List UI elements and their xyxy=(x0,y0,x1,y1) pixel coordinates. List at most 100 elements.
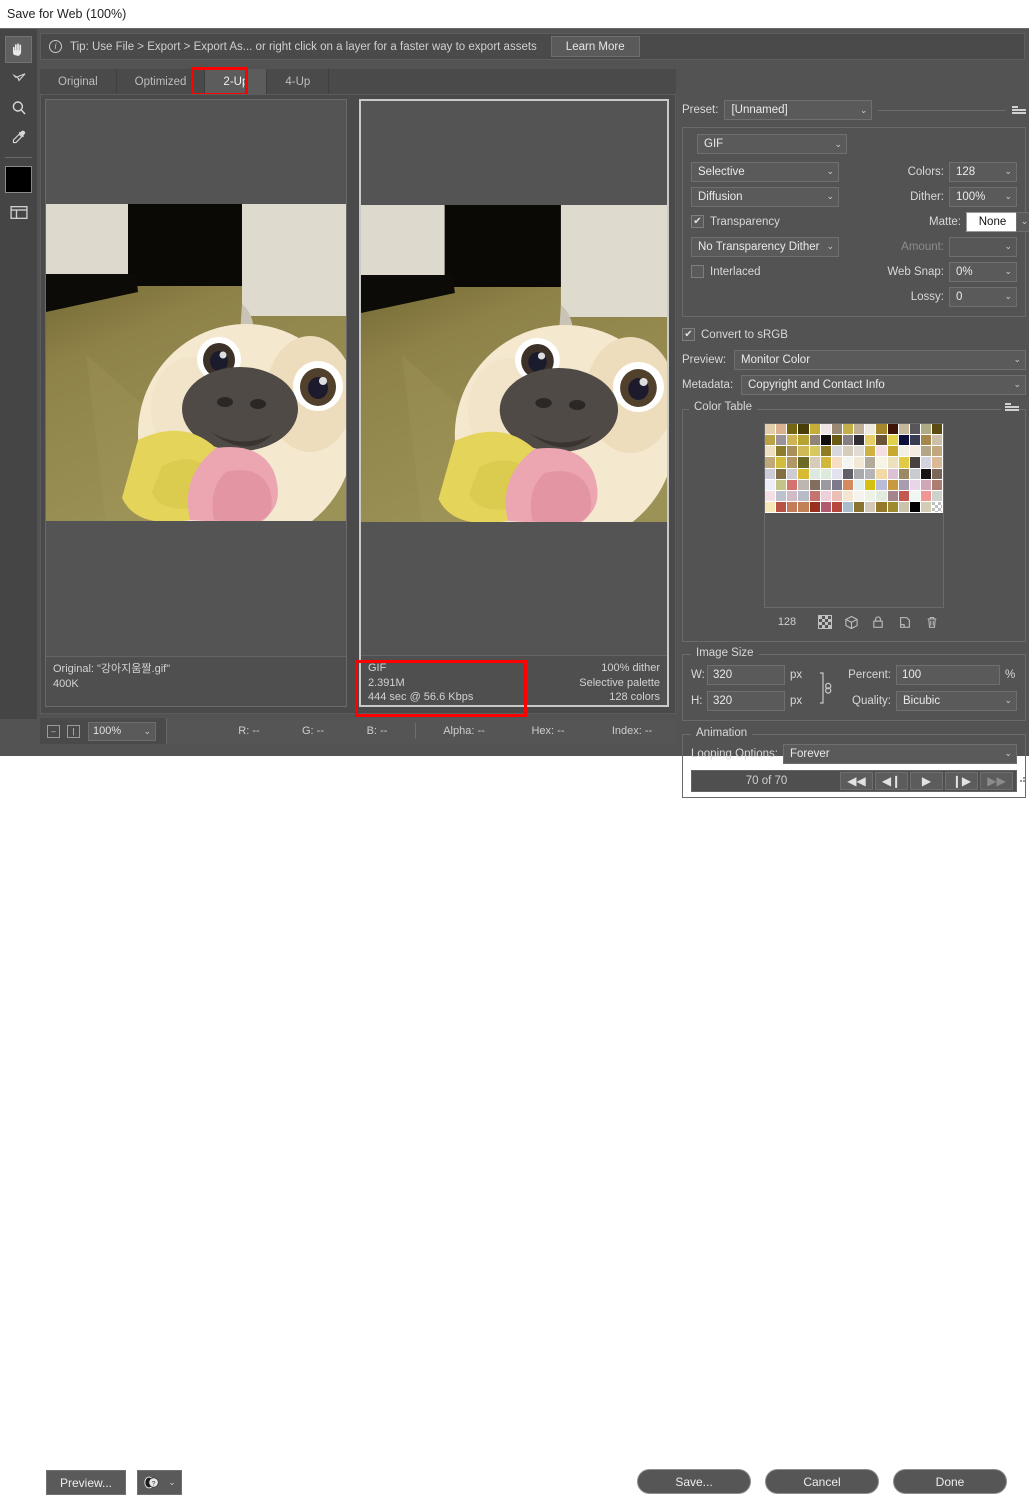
color-swatch[interactable] xyxy=(765,479,777,491)
color-swatch[interactable] xyxy=(820,435,832,447)
color-swatch[interactable] xyxy=(820,490,832,502)
preset-select[interactable]: [Unnamed] ⌄ xyxy=(724,100,873,120)
resize-grip[interactable] xyxy=(1016,773,1026,783)
color-swatch[interactable] xyxy=(920,457,933,469)
color-swatch[interactable] xyxy=(787,435,799,447)
color-swatch[interactable] xyxy=(831,501,843,514)
color-swatch[interactable] xyxy=(809,479,821,491)
convert-srgb-checkbox[interactable]: ✔ xyxy=(682,328,695,341)
color-swatch[interactable] xyxy=(898,490,910,502)
color-swatch[interactable] xyxy=(787,490,799,502)
color-swatch[interactable] xyxy=(898,424,910,436)
color-swatch[interactable] xyxy=(776,490,788,502)
tab-optimized[interactable]: Optimized xyxy=(117,69,206,94)
convert-srgb-row[interactable]: ✔ Convert to sRGB xyxy=(682,324,1026,345)
color-swatch[interactable] xyxy=(932,479,944,491)
color-swatch[interactable] xyxy=(809,490,821,502)
color-swatch[interactable] xyxy=(776,468,788,480)
color-swatch[interactable] xyxy=(765,446,777,458)
color-swatch[interactable] xyxy=(898,468,910,480)
color-swatch[interactable] xyxy=(865,446,877,458)
color-swatch[interactable] xyxy=(909,457,921,469)
color-swatch[interactable] xyxy=(820,501,832,514)
color-swatch[interactable] xyxy=(765,490,777,502)
color-swatch[interactable] xyxy=(854,424,866,436)
transparency-row[interactable]: ✔ Transparency xyxy=(691,211,841,232)
color-swatch[interactable] xyxy=(920,468,933,480)
color-swatch[interactable] xyxy=(787,424,799,436)
color-table-flyout-icon[interactable] xyxy=(1005,401,1019,413)
zoom-tool[interactable] xyxy=(5,94,32,121)
color-swatch[interactable] xyxy=(932,490,944,502)
slice-select-tool[interactable] xyxy=(5,65,32,92)
color-swatch[interactable] xyxy=(920,435,933,447)
color-swatch[interactable] xyxy=(909,446,921,458)
transparency-checkbox[interactable]: ✔ xyxy=(691,215,704,228)
color-swatch[interactable] xyxy=(876,446,888,458)
percent-input[interactable]: 100 xyxy=(896,664,1000,685)
color-swatch[interactable] xyxy=(776,435,788,447)
tab-2up[interactable]: 2-Up xyxy=(205,69,268,94)
color-swatch[interactable] xyxy=(898,501,910,514)
color-swatch[interactable] xyxy=(820,468,832,480)
color-swatch[interactable] xyxy=(932,457,944,469)
color-swatch[interactable] xyxy=(831,468,843,480)
color-swatch[interactable] xyxy=(787,468,799,480)
color-swatch[interactable] xyxy=(876,490,888,502)
cube-icon[interactable] xyxy=(844,614,860,630)
color-swatch[interactable] xyxy=(831,479,843,491)
color-swatch[interactable] xyxy=(776,457,788,469)
learn-more-button[interactable]: Learn More xyxy=(550,36,640,57)
color-swatch[interactable] xyxy=(854,446,866,458)
color-swatch[interactable] xyxy=(809,468,821,480)
lossy-select[interactable]: 0 ⌄ xyxy=(949,286,1017,307)
color-swatch[interactable] xyxy=(932,435,944,447)
color-swatch[interactable] xyxy=(765,457,777,469)
color-swatch[interactable] xyxy=(854,490,866,502)
color-swatch[interactable] xyxy=(932,501,944,514)
color-swatch[interactable] xyxy=(887,446,899,458)
color-swatch[interactable] xyxy=(865,457,877,469)
reduction-algorithm-select[interactable]: Selective ⌄ xyxy=(691,161,839,182)
color-swatch[interactable] xyxy=(787,446,799,458)
color-swatch[interactable] xyxy=(787,479,799,491)
color-swatch[interactable] xyxy=(932,424,944,436)
color-swatch[interactable] xyxy=(798,501,810,514)
color-swatch[interactable] xyxy=(765,435,777,447)
color-swatch[interactable] xyxy=(765,468,777,480)
color-swatch[interactable] xyxy=(865,468,877,480)
metadata-select[interactable]: Copyright and Contact Info ⌄ xyxy=(741,374,1026,395)
color-swatch[interactable] xyxy=(854,479,866,491)
color-table-swatches[interactable] xyxy=(764,423,944,608)
color-swatch[interactable] xyxy=(932,468,944,480)
color-swatch[interactable] xyxy=(898,479,910,491)
color-swatch[interactable] xyxy=(865,424,877,436)
hand-tool[interactable] xyxy=(5,36,32,63)
color-swatch[interactable] xyxy=(798,490,810,502)
color-swatch[interactable] xyxy=(842,490,855,502)
color-swatch[interactable] xyxy=(842,424,855,436)
color-swatch[interactable] xyxy=(809,424,821,436)
color-swatch[interactable] xyxy=(876,468,888,480)
foreground-color-swatch[interactable] xyxy=(5,166,32,193)
color-swatch[interactable] xyxy=(909,468,921,480)
color-swatch[interactable] xyxy=(920,479,933,491)
color-swatch[interactable] xyxy=(831,446,843,458)
color-swatch[interactable] xyxy=(809,446,821,458)
color-swatch[interactable] xyxy=(887,479,899,491)
color-swatch[interactable] xyxy=(876,424,888,436)
new-swatch-icon[interactable] xyxy=(897,614,913,630)
color-swatch[interactable] xyxy=(831,457,843,469)
color-swatch[interactable] xyxy=(798,457,810,469)
color-swatch[interactable] xyxy=(887,490,899,502)
color-swatch[interactable] xyxy=(798,468,810,480)
color-swatch[interactable] xyxy=(765,424,777,436)
matte-select[interactable]: None ⌄ xyxy=(966,211,1029,232)
color-swatch[interactable] xyxy=(842,435,855,447)
color-swatch[interactable] xyxy=(920,424,933,436)
color-swatch[interactable] xyxy=(776,501,788,514)
color-swatch[interactable] xyxy=(787,501,799,514)
color-swatch[interactable] xyxy=(865,435,877,447)
color-swatch[interactable] xyxy=(865,501,877,514)
zoom-in-button[interactable]: | xyxy=(67,724,80,738)
